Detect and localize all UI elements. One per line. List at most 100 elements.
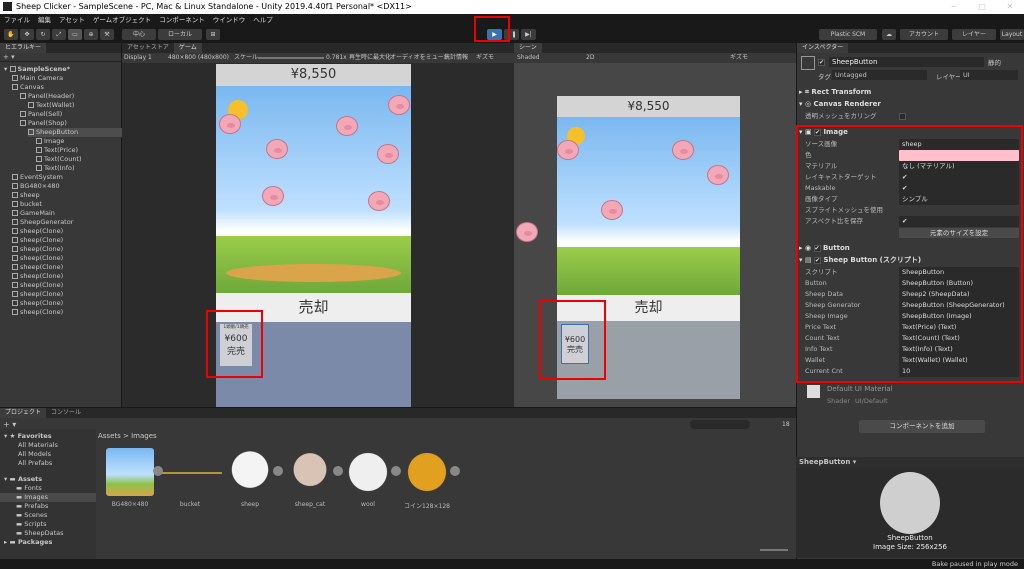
property-value[interactable]: Text(Count) (Text) [899, 333, 1019, 344]
property-value[interactable]: ✔ [899, 172, 1019, 183]
property-value[interactable]: SheepButton (SheepGenerator) [899, 300, 1019, 311]
custom-tool-icon[interactable]: ⚒ [100, 29, 114, 40]
snap-icon[interactable]: ⊞ [206, 29, 220, 40]
sheep-sprite[interactable] [368, 191, 390, 211]
play-button[interactable]: ▶ [487, 29, 502, 40]
hierarchy-item[interactable]: sheep(Clone) [12, 281, 63, 290]
menu-assets[interactable]: アセット [55, 14, 89, 26]
button-header[interactable]: ▸ ◉ ✔ Button [799, 242, 1020, 254]
expand-icon[interactable] [450, 466, 460, 476]
sheep-sprite[interactable] [219, 114, 241, 134]
menu-window[interactable]: ウインドウ [209, 14, 250, 26]
sheep-sprite[interactable] [557, 140, 579, 160]
asset-sheep[interactable]: sheep [226, 448, 283, 508]
mode-2d-toggle[interactable]: 2D [586, 53, 594, 63]
property-value[interactable] [899, 150, 1019, 161]
property-value[interactable]: なし (マテリアル) [899, 161, 1019, 172]
minimize-icon[interactable]: ─ [940, 0, 968, 14]
property-value[interactable]: Text(Wallet) (Wallet) [899, 355, 1019, 366]
add-component-button[interactable]: コンポーネントを追加 [859, 420, 985, 433]
asset-sheep-cat[interactable]: sheep_cat [286, 448, 343, 508]
tab-console[interactable]: コンソール [46, 408, 86, 418]
sheep-sprite[interactable] [377, 144, 399, 164]
folder-scenes[interactable]: ▬ Scenes [16, 511, 47, 520]
hierarchy-item[interactable]: sheep [12, 191, 40, 200]
display-dropdown[interactable]: Display 1 [124, 53, 152, 63]
property-value[interactable]: ✔ [899, 216, 1019, 227]
space-toggle[interactable]: ローカル [158, 29, 202, 40]
sheep-sprite[interactable] [672, 140, 694, 160]
active-checkbox[interactable]: ✔ [818, 58, 825, 66]
hierarchy-item[interactable]: sheep(Clone) [12, 227, 63, 236]
hierarchy-item[interactable]: sheep(Clone) [12, 263, 63, 272]
maximize-icon[interactable]: □ [968, 0, 996, 14]
hierarchy-item[interactable]: sheep(Clone) [12, 236, 63, 245]
favorites-node[interactable]: ▾ ★ Favorites [4, 432, 52, 441]
property-value[interactable]: Text(Info) (Text) [899, 344, 1019, 355]
fav-all-models[interactable]: All Models [18, 450, 51, 459]
cull-checkbox[interactable] [899, 113, 906, 120]
folder-fonts[interactable]: ▬ Fonts [16, 484, 42, 493]
hierarchy-item[interactable]: Text(Wallet) [28, 101, 74, 110]
mute-toggle[interactable]: オーディオをミュート [390, 53, 450, 63]
image-header[interactable]: ▾ ▣ ✔ Image [799, 126, 1020, 138]
transform-tool-icon[interactable]: ⊕ [84, 29, 98, 40]
sheep-sprite[interactable] [388, 95, 410, 115]
expand-icon[interactable] [273, 466, 283, 476]
project-add-button[interactable]: + ▾ [3, 420, 16, 429]
menu-help[interactable]: ヘルプ [249, 14, 277, 26]
hierarchy-item[interactable]: Text(Info) [36, 164, 75, 173]
folder-sheepdatas[interactable]: ▬ SheepDatas [16, 529, 64, 538]
plastic-scm-button[interactable]: Plastic SCM [819, 29, 877, 40]
sell-button[interactable]: 売却 [216, 293, 411, 322]
tab-scene[interactable]: シーン [514, 43, 542, 53]
scale-tool-icon[interactable]: ⤢ [52, 29, 66, 40]
script-header[interactable]: ▾ ▤ ✔ Sheep Button (スクリプト) [799, 254, 1020, 266]
tab-inspector[interactable]: インスペクター [797, 43, 849, 53]
sheep-sprite[interactable] [707, 165, 729, 185]
hierarchy-item[interactable]: bucket [12, 200, 42, 209]
hierarchy-item[interactable]: sheep(Clone) [12, 272, 63, 281]
hierarchy-item[interactable]: Text(Price) [36, 146, 78, 155]
expand-icon[interactable] [153, 466, 163, 476]
object-name-field[interactable]: SheepButton [829, 57, 984, 67]
close-icon[interactable]: ✕ [996, 0, 1024, 14]
cloud-icon[interactable]: ☁ [882, 29, 896, 40]
tab-project[interactable]: プロジェクト [0, 408, 47, 418]
game-background[interactable] [216, 86, 411, 293]
hierarchy-item[interactable]: Panel(Sell) [20, 110, 62, 119]
preview-header[interactable]: SheepButton ▾ [796, 457, 1024, 468]
hierarchy-item[interactable]: EventSystem [12, 173, 63, 182]
menu-file[interactable]: ファイル [0, 14, 34, 26]
fav-all-materials[interactable]: All Materials [18, 441, 58, 450]
tab-game[interactable]: ゲーム [173, 43, 202, 53]
scene-background[interactable] [557, 117, 740, 295]
hierarchy-item[interactable]: Panel(Shop) [20, 119, 67, 128]
expand-icon[interactable] [391, 466, 401, 476]
hierarchy-item[interactable]: Canvas [12, 83, 44, 92]
tab-asset-store[interactable]: アセットストア [122, 43, 174, 53]
resolution-dropdown[interactable]: 480×800 (480x800) [168, 53, 229, 63]
property-value[interactable]: 10 [899, 366, 1019, 377]
rect-transform-header[interactable]: ▸ ⌗ Rect Transform [799, 86, 1020, 98]
sheep-sprite[interactable] [601, 200, 623, 220]
sheep-sprite[interactable] [262, 186, 284, 206]
hierarchy-item[interactable]: Panel(Header) [20, 92, 74, 101]
scale-slider[interactable] [258, 57, 324, 59]
thumbnail-size-slider[interactable] [760, 549, 788, 551]
folder-scripts[interactable]: ▬ Scripts [16, 520, 46, 529]
hierarchy-item[interactable]: sheep(Clone) [12, 299, 63, 308]
account-dropdown[interactable]: アカウント [900, 29, 948, 40]
stats-toggle[interactable]: 統計情報 [444, 53, 468, 63]
rect-tool-icon[interactable]: ▭ [68, 29, 82, 40]
folder-images[interactable]: ▬ Images [0, 493, 96, 502]
property-value[interactable]: Sheep2 (SheepData) [899, 289, 1019, 300]
property-value[interactable]: Text(Price) (Text) [899, 322, 1019, 333]
sheep-sprite[interactable] [266, 139, 288, 159]
tag-dropdown[interactable]: Untagged [832, 70, 927, 80]
hierarchy-item[interactable]: Main Camera [12, 74, 63, 83]
layout-dropdown[interactable]: Layout [1000, 29, 1024, 40]
hierarchy-item[interactable]: sheep(Clone) [12, 290, 63, 299]
hierarchy-item[interactable]: sheep(Clone) [12, 245, 63, 254]
property-value[interactable]: シンプル [899, 194, 1019, 205]
